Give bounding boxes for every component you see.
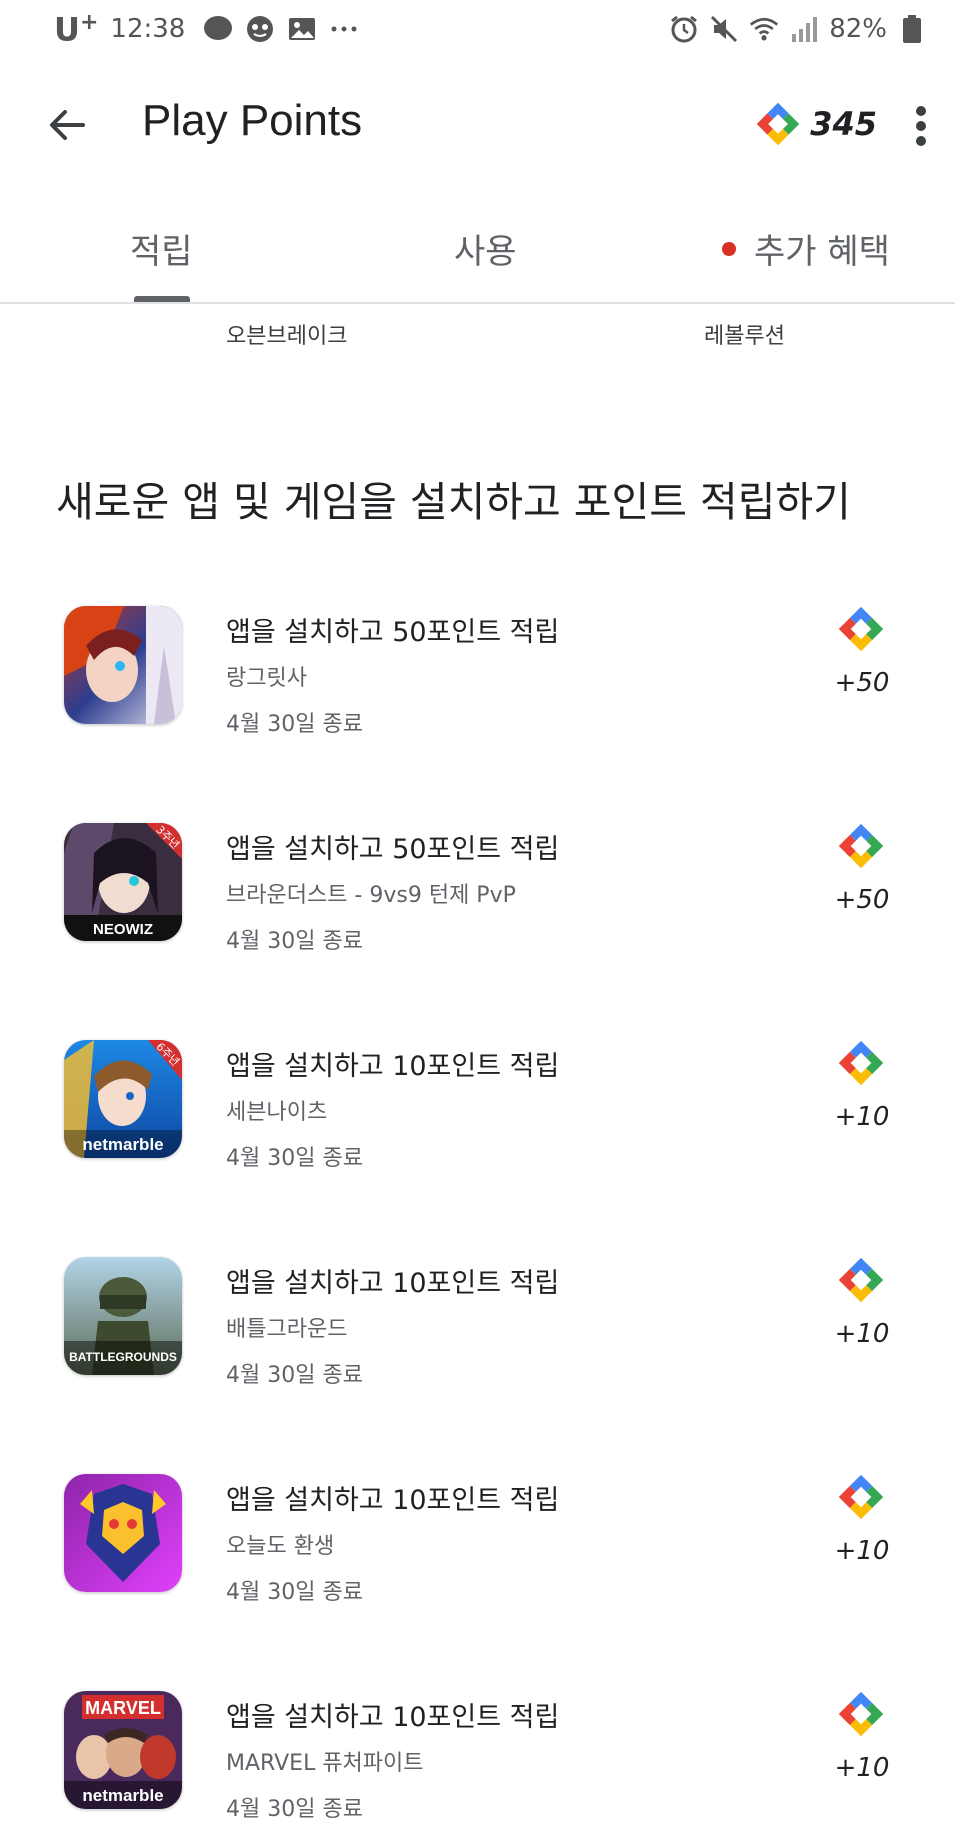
- list-item[interactable]: BATTLEGROUNDS 앱을 설치하고 10포인트 적립 배틀그라운드 4월…: [0, 1257, 955, 1447]
- status-right: 82%: [669, 10, 927, 48]
- item-end-date: 4월 30일 종료: [226, 1363, 363, 1388]
- talk-icon: [203, 14, 233, 44]
- signal-icon: [789, 14, 819, 44]
- publisher-logo-text: netmarble: [82, 1135, 163, 1154]
- status-left: U+ 12:38: [54, 10, 359, 48]
- publisher-logo-text: NEOWIZ: [93, 921, 153, 938]
- item-app-name: 랑그릿사: [226, 666, 307, 691]
- play-points-icon: [838, 1040, 884, 1086]
- app-icon-battlegrounds: BATTLEGROUNDS: [64, 1257, 182, 1375]
- game-logo-text: MARVEL: [85, 1698, 161, 1718]
- item-end-date: 4월 30일 종료: [226, 712, 363, 737]
- play-points-icon: [838, 1691, 884, 1737]
- status-bar: U+ 12:38 82%: [0, 0, 955, 58]
- item-points: +10: [834, 1753, 890, 1783]
- play-points-icon: [838, 1474, 884, 1520]
- item-points: +10: [834, 1102, 890, 1132]
- clock: 12:38: [110, 14, 186, 44]
- item-title: 앱을 설치하고 10포인트 적립: [226, 1051, 560, 1082]
- more-vert-icon: [916, 106, 926, 146]
- tab-extra-benefits-label: 추가 혜택: [754, 232, 890, 272]
- prev-app-label[interactable]: 오븐브레이크: [226, 318, 347, 350]
- item-end-date: 4월 30일 종료: [226, 1146, 363, 1171]
- item-end-date: 4월 30일 종료: [226, 929, 363, 954]
- tab-bar: 적립 사용 추가 혜택: [0, 190, 955, 304]
- section-title: 새로운 앱 및 게임을 설치하고 포인트 적립하기: [56, 478, 851, 526]
- alarm-icon: [669, 14, 699, 44]
- wifi-icon: [749, 14, 779, 44]
- item-end-date: 4월 30일 종료: [226, 1797, 363, 1822]
- tab-earn[interactable]: 적립: [130, 224, 193, 273]
- game-notification-icon: [245, 14, 275, 44]
- list-item[interactable]: 6주년 netmarble 앱을 설치하고 10포인트 적립 세븐나이츠 4월 …: [0, 1040, 955, 1230]
- item-points: +10: [834, 1536, 890, 1566]
- tab-use[interactable]: 사용: [454, 224, 517, 273]
- back-button[interactable]: [36, 94, 98, 156]
- item-app-name: 배틀그라운드: [226, 1317, 348, 1342]
- item-app-name: 오늘도 환생: [226, 1534, 335, 1559]
- publisher-logo-text: netmarble: [82, 1786, 163, 1805]
- app-icon-browndust: 3주년 NEOWIZ: [64, 823, 182, 941]
- list-item[interactable]: 3주년 NEOWIZ 앱을 설치하고 50포인트 적립 브라운더스트 - 9vs…: [0, 823, 955, 1013]
- arrow-back-icon: [50, 110, 85, 140]
- item-end-date: 4월 30일 종료: [226, 1580, 363, 1605]
- play-points-icon: [838, 823, 884, 869]
- tab-selected-indicator: [134, 296, 190, 302]
- mute-icon: [709, 14, 739, 44]
- points-balance[interactable]: 345: [756, 102, 877, 146]
- page-title: Play Points: [142, 96, 363, 145]
- points-count: 345: [810, 105, 877, 143]
- play-points-icon: [756, 102, 800, 146]
- list-item[interactable]: MARVEL netmarble 앱을 설치하고 10포인트 적립 MARVEL…: [0, 1691, 955, 1836]
- play-points-icon: [838, 606, 884, 652]
- new-indicator-dot: [722, 241, 736, 256]
- prev-app-label[interactable]: 레볼루션: [704, 318, 785, 350]
- more-notifications-icon: [329, 14, 359, 44]
- image-icon: [287, 14, 317, 44]
- item-points: +50: [834, 668, 890, 698]
- item-title: 앱을 설치하고 50포인트 적립: [226, 834, 560, 865]
- item-app-name: 세븐나이츠: [226, 1100, 328, 1125]
- list-item[interactable]: 앱을 설치하고 10포인트 적립 오늘도 환생 4월 30일 종료 +10: [0, 1474, 955, 1664]
- carrier-label: U+: [54, 9, 99, 49]
- app-icon-oneuldo-hwansaeng: [64, 1474, 182, 1592]
- item-title: 앱을 설치하고 10포인트 적립: [226, 1702, 560, 1733]
- item-app-name: MARVEL 퓨처파이트: [226, 1751, 424, 1776]
- item-title: 앱을 설치하고 50포인트 적립: [226, 617, 560, 648]
- more-options-button[interactable]: [901, 98, 941, 154]
- tab-extra-benefits[interactable]: 추가 혜택: [722, 224, 890, 273]
- game-logo-text: BATTLEGROUNDS: [69, 1350, 177, 1364]
- item-points: +10: [834, 1319, 890, 1349]
- app-bar: Play Points 345: [0, 58, 955, 190]
- previous-row-labels: 오븐브레이크 레볼루션: [0, 318, 955, 358]
- app-icon-langrisser: [64, 606, 182, 724]
- app-icon-marvel-futurefight: MARVEL netmarble: [64, 1691, 182, 1809]
- battery-icon: [897, 14, 927, 44]
- item-points: +50: [834, 885, 890, 915]
- play-points-icon: [838, 1257, 884, 1303]
- item-app-name: 브라운더스트 - 9vs9 턴제 PvP: [226, 883, 516, 908]
- item-title: 앱을 설치하고 10포인트 적립: [226, 1268, 560, 1299]
- item-title: 앱을 설치하고 10포인트 적립: [226, 1485, 560, 1516]
- app-icon-sevenknights: 6주년 netmarble: [64, 1040, 182, 1158]
- battery-percent: 82%: [829, 14, 887, 44]
- list-item[interactable]: 앱을 설치하고 50포인트 적립 랑그릿사 4월 30일 종료 +50: [0, 606, 955, 796]
